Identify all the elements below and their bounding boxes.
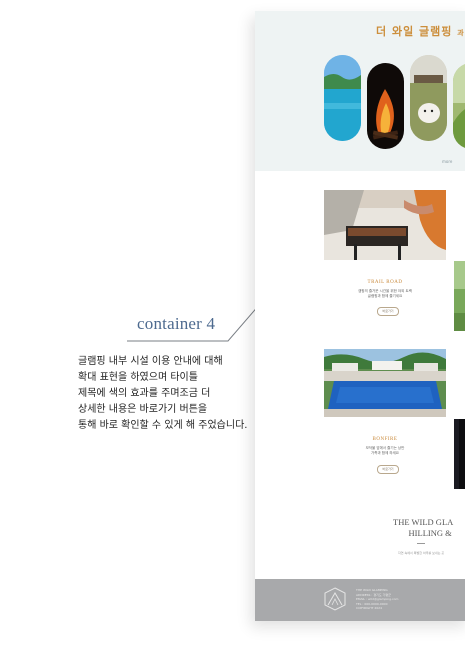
pill-photo-dog [410, 55, 447, 141]
hero-section: 더 와일 글램핑 과 more [255, 11, 465, 171]
card-button-bonfire[interactable]: 바로가기 [377, 465, 399, 474]
card-desc-bonfire: 모닥불 앞에서 즐기는 낭만 가족과 함께 하세요 [365, 446, 405, 455]
side-photo-meadow [454, 261, 465, 331]
footer-info-text: THE WILD GLAMPING ADDRESS : 경기도 가평군 EMAI… [356, 588, 399, 610]
annotation-title: container 4 [137, 314, 216, 333]
brand-heading: THE WILD GLA HILLING & [393, 517, 453, 539]
side-photo-night [454, 419, 465, 489]
card-title-trail-road: TRAIL ROAD [367, 280, 403, 285]
pill-photo-forest [453, 63, 465, 149]
annotation-body: 글램핑 내부 시설 이용 안내에 대해 확대 표현을 하였으며 타이틀 제목에 … [78, 356, 248, 431]
hero-title: 더 와일 글램핑 과 [376, 23, 465, 39]
card-title-bonfire: BONFIRE [372, 437, 398, 442]
pill-photo-bonfire [367, 63, 404, 149]
card-photo-bbq [324, 190, 446, 260]
card-button-trail-road[interactable]: 바로가기 [377, 307, 399, 316]
page-preview: 더 와일 글램핑 과 more TRAIL ROAD 캠핑의 즐거운 시간을 위… [255, 11, 465, 621]
footer-logo-icon [324, 587, 346, 611]
hero-title-suffix: 과 [457, 29, 465, 37]
hero-more-link[interactable]: more [442, 159, 452, 164]
card-desc-trail-road: 캠핑의 즐거운 시간을 위한 야외 트랙 글램핑과 함께 즐기세요 [358, 289, 412, 298]
card-photo-pool [324, 349, 446, 417]
brand-divider [417, 543, 425, 544]
hero-title-text: 더 와일 글램핑 [376, 25, 453, 38]
brand-subtitle: 자연 속에서 특별한 하루를 보내는 곳 [398, 551, 445, 555]
pill-photo-pool [324, 55, 361, 141]
brand-line-1: THE WILD GLA [393, 517, 454, 527]
brand-line-2: HILLING & [408, 528, 452, 538]
